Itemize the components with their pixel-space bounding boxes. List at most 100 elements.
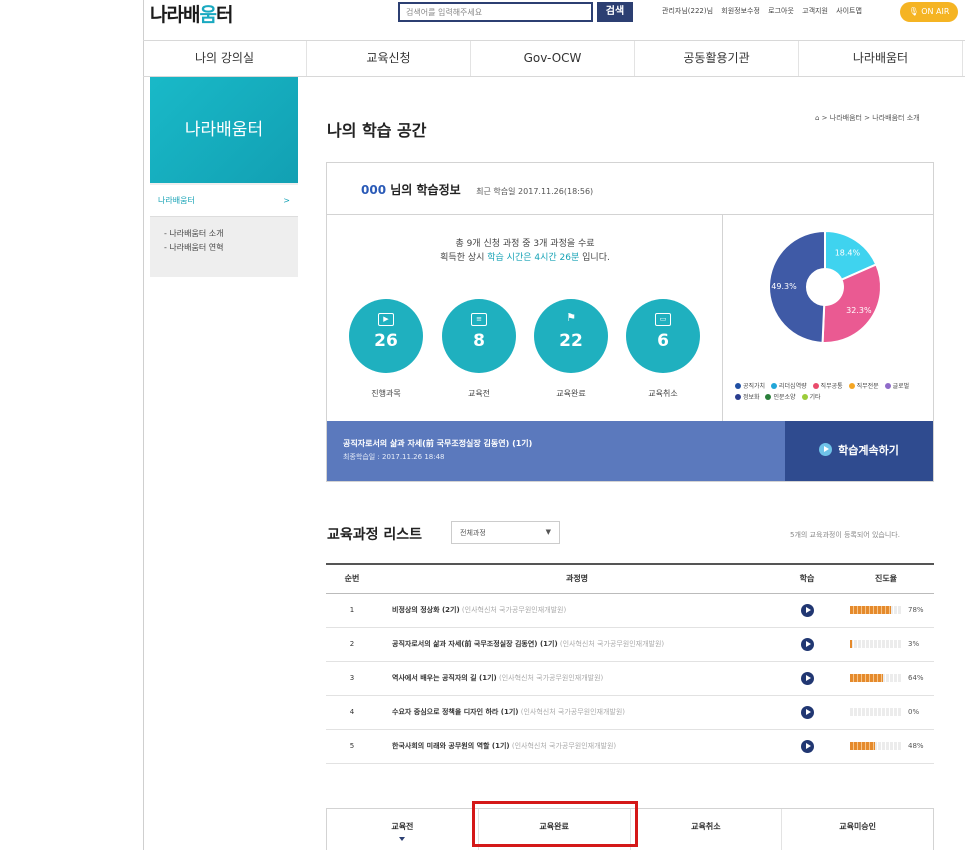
row-title-cell[interactable]: 비정상의 정상화 (2기) (인사혁신처 국가공무원인재개발원) bbox=[378, 593, 776, 628]
search-button[interactable]: 검색 bbox=[597, 2, 633, 22]
row-learn-cell bbox=[776, 729, 838, 764]
stat-in-progress[interactable]: ▶ 26 bbox=[349, 299, 423, 373]
row-org: (인사혁신처 국가공무원인재개발원) bbox=[509, 742, 617, 750]
row-progress-cell: 64% bbox=[838, 661, 934, 696]
legend-dot bbox=[884, 383, 891, 389]
learning-info-header: 000 님의 학습정보 최근 학습일 2017.11.26(18:56) bbox=[327, 163, 933, 215]
tab-before[interactable]: 교육전 bbox=[327, 809, 479, 850]
progress-percent: 3% bbox=[908, 640, 920, 648]
play-icon[interactable] bbox=[800, 637, 814, 651]
sidebar-sub-item-history[interactable]: - 나라배움터 연혁 bbox=[164, 241, 284, 255]
row-title-cell[interactable]: 수요자 중심으로 정책을 디자인 하라 (1기) (인사혁신처 국가공무원인재개… bbox=[378, 695, 776, 730]
tab-unapproved[interactable]: 교육미승인 bbox=[782, 809, 933, 850]
play-icon[interactable] bbox=[800, 671, 814, 685]
gnb-item-narabaeumteo[interactable]: 나라배움터 bbox=[799, 41, 963, 76]
table-row[interactable]: 5 한국사회의 미래와 공무원의 역할 (1기) (인사혁신처 국가공무원인재개발… bbox=[326, 729, 934, 764]
tab-cancelled[interactable]: 교육취소 bbox=[631, 809, 783, 850]
stat-value: 6 bbox=[657, 331, 669, 351]
row-title-cell[interactable]: 한국사회의 미래와 공무원의 역할 (1기) (인사혁신처 국가공무원인재개발원… bbox=[378, 729, 776, 764]
summary-suffix: 입니다. bbox=[579, 253, 610, 263]
stat-before[interactable]: ≡ 8 bbox=[442, 299, 516, 373]
gnb-item-apply[interactable]: 교육신청 bbox=[307, 41, 471, 76]
course-count: 5개의 교육과정이 등록되어 있습니다. bbox=[790, 531, 900, 539]
sidebar-sub-list: - 나라배움터 소개 - 나라배움터 연혁 bbox=[150, 217, 298, 255]
search-input[interactable]: 검색어를 입력해주세요 bbox=[398, 2, 593, 22]
page-title: 나의 학습 공간 bbox=[327, 121, 427, 140]
progress-bar bbox=[850, 742, 902, 750]
row-title-cell[interactable]: 공직자로서의 삶과 자세(前 국무조정실장 김동연) (1기) (인사혁신처 국… bbox=[378, 627, 776, 662]
progress-percent: 64% bbox=[908, 674, 924, 682]
row-learn-cell bbox=[776, 661, 838, 696]
table-row[interactable]: 1 비정상의 정상화 (2기) (인사혁신처 국가공무원인재개발원) 78% bbox=[326, 593, 934, 628]
row-org: (인사혁신처 국가공무원인재개발원) bbox=[496, 674, 604, 682]
recent-course-date: 최종학습일 : 2017.11.26 18:48 bbox=[343, 453, 445, 461]
util-link-profile[interactable]: 회원정보수정 bbox=[721, 7, 760, 15]
recent-course-title[interactable]: 공직자로서의 삶과 자세(前 국무조정실장 김동연) (1기) bbox=[343, 438, 532, 449]
logo-text-2: 움 bbox=[199, 4, 217, 26]
recent-course-bar: 공직자로서의 삶과 자세(前 국무조정실장 김동연) (1기) 최종학습일 : … bbox=[327, 421, 933, 481]
breadcrumb[interactable]: ⌂ > 나라배움터 > 나라배움터 소개 bbox=[815, 113, 920, 123]
col-header-no: 순번 bbox=[326, 563, 378, 594]
learning-info-box: 000 님의 학습정보 최근 학습일 2017.11.26(18:56) 총 9… bbox=[326, 162, 934, 482]
progress-percent: 48% bbox=[908, 742, 924, 750]
row-no: 2 bbox=[326, 627, 378, 662]
progress-percent: 0% bbox=[908, 708, 920, 716]
legend-dot bbox=[735, 394, 741, 400]
legend-item: 인문소양 bbox=[765, 392, 796, 403]
legend-label: 공직가치 bbox=[743, 383, 766, 390]
legend-label: 기타 bbox=[809, 394, 821, 401]
legend-dot bbox=[812, 383, 819, 389]
pie-slice-label: 32.3% bbox=[846, 306, 872, 315]
stat-label: 교육완료 bbox=[556, 389, 586, 398]
row-title[interactable]: 공직자로서의 삶과 자세(前 국무조정실장 김동연) (1기) bbox=[392, 640, 558, 648]
util-link-sitemap[interactable]: 사이트맵 bbox=[836, 7, 862, 15]
play-circle-icon bbox=[819, 443, 833, 456]
row-title[interactable]: 수요자 중심으로 정책을 디자인 하라 (1기) bbox=[392, 708, 519, 716]
stat-value: 8 bbox=[473, 331, 485, 351]
gnb-item-shared-orgs[interactable]: 공동활용기관 bbox=[635, 41, 799, 76]
progress-bar bbox=[850, 606, 902, 614]
flag-icon: ⚑ bbox=[566, 311, 576, 324]
stat-cancelled[interactable]: ▭ 6 bbox=[626, 299, 700, 373]
stat-completed[interactable]: ⚑ 22 bbox=[534, 299, 608, 373]
stat-label: 교육취소 bbox=[648, 389, 678, 398]
play-icon[interactable] bbox=[800, 739, 814, 753]
util-links: 관리자님(222)님 회원정보수정 로그아웃 고객지원 사이트맵 bbox=[662, 6, 868, 16]
row-title[interactable]: 비정상의 정상화 (2기) bbox=[392, 606, 460, 614]
logo-text-3: 터 bbox=[215, 4, 234, 26]
stat-label: 진행과목 bbox=[371, 389, 401, 398]
gnb-item-my-classroom[interactable]: 나의 강의실 bbox=[143, 41, 307, 76]
list-doc-icon: ≡ bbox=[471, 313, 487, 326]
util-link-support[interactable]: 고객지원 bbox=[802, 7, 828, 15]
row-title[interactable]: 역사에서 배우는 공직자의 길 (1기) bbox=[392, 674, 497, 682]
continue-learning-button[interactable]: 학습계속하기 bbox=[785, 421, 933, 481]
play-icon[interactable] bbox=[800, 705, 814, 719]
table-row[interactable]: 4 수요자 중심으로 정책을 디자인 하라 (1기) (인사혁신처 국가공무원인재… bbox=[326, 695, 934, 730]
stat-label: 교육전 bbox=[467, 389, 491, 398]
table-row[interactable]: 3 역사에서 배우는 공직자의 길 (1기) (인사혁신처 국가공무원인재개발원)… bbox=[326, 661, 934, 696]
play-icon[interactable] bbox=[800, 603, 814, 617]
row-title[interactable]: 한국사회의 미래와 공무원의 역할 (1기) bbox=[392, 742, 510, 750]
course-table: 순번 과정명 학습 진도율 1 비정상의 정상화 (2기) (인사혁신처 국가공무… bbox=[326, 563, 934, 764]
col-header-progress: 진도율 bbox=[838, 563, 934, 594]
onair-button[interactable]: 🎙 ON AIR bbox=[900, 2, 958, 22]
gnb-item-gov-ocw[interactable]: Gov-OCW bbox=[471, 41, 635, 76]
table-header-row: 순번 과정명 학습 진도율 bbox=[326, 563, 934, 594]
legend-item: 공직가치 bbox=[735, 381, 765, 392]
site-logo[interactable]: 나라배움터 bbox=[150, 0, 234, 27]
course-filter-select[interactable]: 전체과정 ▼ bbox=[451, 521, 560, 544]
summary-highlight: 학습 시간은 4시간 26분 bbox=[487, 253, 580, 263]
row-learn-cell bbox=[776, 593, 838, 628]
util-link-user[interactable]: 관리자님(222)님 bbox=[662, 7, 713, 15]
table-row[interactable]: 2 공직자로서의 삶과 자세(前 국무조정실장 김동연) (1기) (인사혁신처 … bbox=[326, 627, 934, 662]
progress-bar-fill bbox=[850, 742, 875, 750]
chevron-right-icon: > bbox=[283, 196, 290, 205]
sidebar-item-active[interactable]: 나라배움터 > bbox=[150, 185, 298, 217]
util-link-logout[interactable]: 로그아웃 bbox=[768, 7, 794, 15]
course-filter-value: 전체과정 bbox=[460, 529, 486, 537]
progress-bar bbox=[850, 708, 902, 716]
sidebar-sub-item-intro[interactable]: - 나라배움터 소개 bbox=[164, 227, 284, 241]
logo-text-1: 나라배 bbox=[150, 4, 200, 26]
row-title-cell[interactable]: 역사에서 배우는 공직자의 길 (1기) (인사혁신처 국가공무원인재개발원) bbox=[378, 661, 776, 696]
legend-dot bbox=[771, 383, 778, 389]
